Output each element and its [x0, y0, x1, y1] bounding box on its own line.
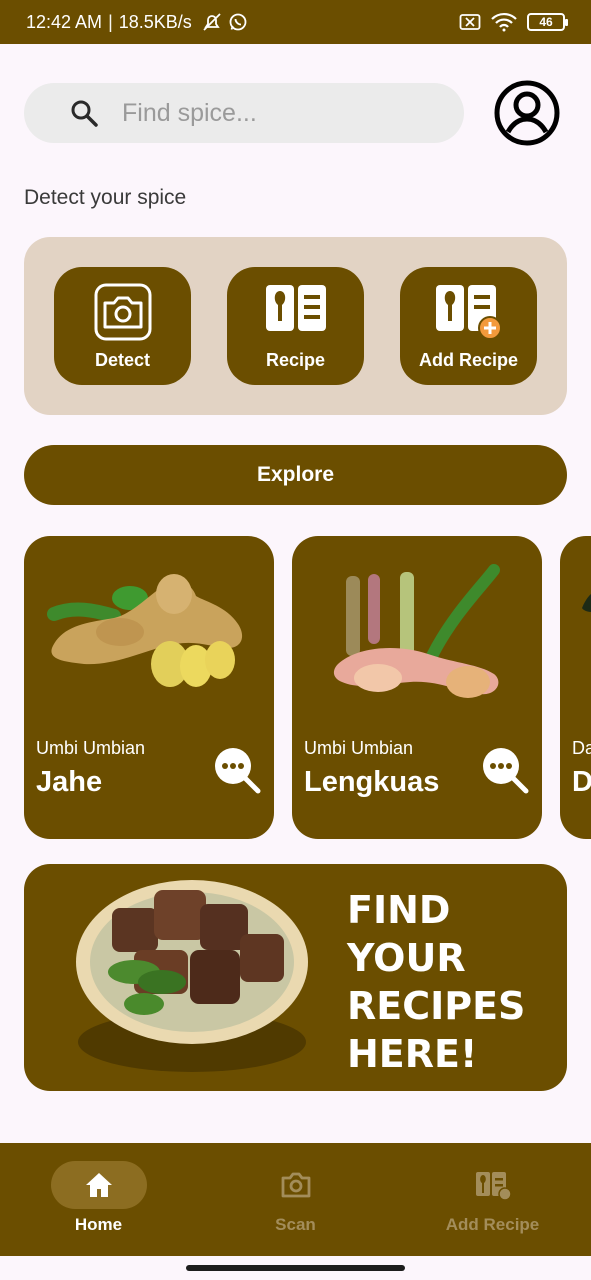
spice-name: Jahe — [36, 766, 103, 798]
search-icon — [71, 100, 98, 127]
whatsapp-icon — [229, 13, 247, 31]
nav-label: Home — [74, 1215, 123, 1234]
spice-card-jahe[interactable]: Umbi Umbian Jahe — [24, 536, 274, 839]
banner-line: YOUR — [347, 936, 466, 980]
status-bar: 12:42 AM | 18.5KB/s 46 — [0, 0, 591, 44]
explore-button[interactable]: Explore — [24, 445, 567, 505]
sim-off-icon — [459, 14, 481, 30]
status-time: 12:42 AM — [26, 11, 103, 32]
spice-card-lengkuas[interactable]: Umbi Umbian Lengkuas — [292, 536, 542, 839]
nav-scan[interactable]: Scan — [197, 1161, 394, 1241]
gesture-area — [0, 1256, 591, 1280]
recipe-label: Recipe — [265, 350, 326, 370]
ginger-image — [47, 574, 243, 687]
spice-category: Umbi Umbian — [304, 738, 414, 758]
profile-icon[interactable] — [493, 79, 561, 147]
add-recipe-icon — [475, 1172, 512, 1200]
recipe-book-icon — [265, 285, 326, 331]
status-separator: | — [108, 11, 113, 32]
detect-label: Detect — [94, 350, 151, 370]
network-speed: 18.5KB/s — [118, 11, 192, 32]
nav-pill — [50, 1161, 147, 1209]
leaf-image — [582, 594, 591, 612]
spice-card-partial[interactable]: Da D — [560, 536, 591, 839]
add-recipe-button[interactable]: Add Recipe — [400, 267, 537, 385]
add-recipe-label: Add Recipe — [418, 350, 519, 370]
spice-category: Da — [572, 738, 591, 758]
nav-add-recipe[interactable]: Add Recipe — [394, 1161, 591, 1241]
status-left: 12:42 AM | 18.5KB/s — [26, 12, 248, 33]
banner-line: HERE! — [347, 1032, 478, 1076]
bottom-nav: Home Scan Add Recipe — [0, 1143, 591, 1256]
find-recipes-banner[interactable]: FIND YOUR RECIPES HERE! — [24, 864, 567, 1091]
section-label: Detect your spice — [24, 186, 187, 209]
search-input[interactable] — [122, 98, 422, 128]
nav-home[interactable]: Home — [0, 1161, 197, 1241]
action-panel: Detect Recipe Add Recipe — [24, 237, 567, 415]
add-recipe-icon — [435, 285, 502, 340]
nav-pill — [445, 1161, 541, 1209]
banner-line: FIND — [347, 888, 451, 932]
status-right: 46 — [459, 12, 568, 32]
spice-name: Lengkuas — [304, 766, 440, 798]
bell-off-icon — [203, 13, 221, 31]
nav-pill — [248, 1161, 344, 1209]
battery-icon: 46 — [527, 13, 568, 31]
nav-label: Scan — [275, 1215, 316, 1234]
rendang-dish-image — [76, 880, 308, 1072]
banner-heading: FIND YOUR RECIPES HERE! — [347, 886, 557, 1078]
spice-category: Umbi Umbian — [36, 738, 146, 758]
recipe-button[interactable]: Recipe — [227, 267, 364, 385]
home-gesture-bar[interactable] — [186, 1265, 405, 1271]
home-icon — [85, 1173, 112, 1197]
nav-label: Add Recipe — [445, 1215, 540, 1234]
camera-icon — [281, 1172, 310, 1198]
camera-icon — [94, 283, 151, 341]
search-more-icon[interactable] — [213, 746, 261, 794]
galangal-image — [333, 564, 500, 698]
battery-level: 46 — [539, 15, 553, 29]
detect-button[interactable]: Detect — [54, 267, 191, 385]
search-more-icon[interactable] — [481, 746, 529, 794]
search-bar[interactable] — [24, 83, 464, 143]
wifi-icon — [491, 12, 517, 32]
spice-name: D — [572, 766, 591, 798]
banner-line: RECIPES — [347, 984, 526, 1028]
